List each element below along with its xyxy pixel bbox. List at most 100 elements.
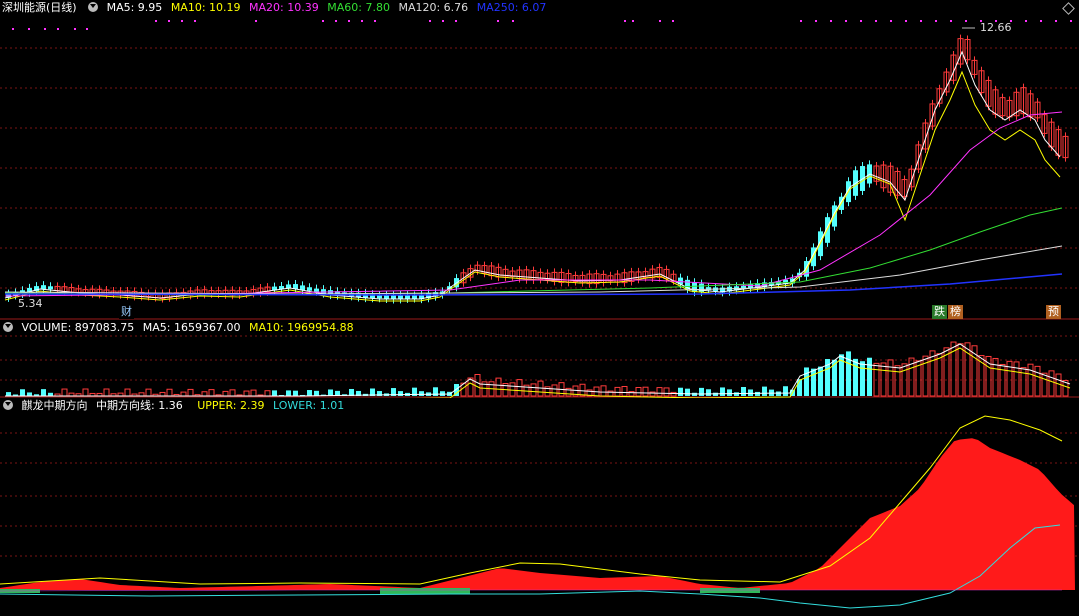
volume-bar-down <box>307 390 312 396</box>
volume-bar-down <box>699 387 704 396</box>
volume-bar-up <box>229 389 236 397</box>
signal-dot <box>800 20 802 22</box>
volume-bar-down <box>6 392 11 396</box>
event-tag-yu[interactable]: 预 <box>1046 305 1061 319</box>
volume-bar-up <box>1020 367 1027 397</box>
ma10-label: MA10: 10.19 <box>170 1 241 14</box>
signal-dot <box>28 28 30 30</box>
event-tag-die[interactable]: 跌 <box>932 305 947 319</box>
volume-bar-up <box>166 388 173 397</box>
signal-dot <box>672 20 674 22</box>
volume-bar-up <box>145 388 152 397</box>
volume-bar-up <box>250 389 257 397</box>
volume-header: VOLUME: 897083.75 MA5: 1659367.00 MA10: … <box>0 320 359 336</box>
event-tag-bang[interactable]: 榜 <box>948 305 963 319</box>
ma20-label: MA20: 10.39 <box>249 1 319 14</box>
volume-bar-down <box>685 388 690 396</box>
volume-bar-down <box>720 387 725 396</box>
volume-bar-up <box>1041 372 1048 397</box>
volume-bar-down <box>867 357 872 396</box>
volume-bar-down <box>804 367 809 396</box>
signal-dot <box>168 20 170 22</box>
volume-bar-down <box>20 389 25 396</box>
stock-title: 深圳能源(日线) <box>2 1 77 14</box>
price-chart[interactable] <box>0 0 1079 320</box>
signal-dot <box>860 20 862 22</box>
ma60-label: MA60: 7.80 <box>327 1 390 14</box>
volume-bar-down <box>706 389 711 396</box>
event-tag-cai[interactable]: 财 <box>119 305 134 319</box>
high-price-label: 12.66 <box>980 21 1012 34</box>
signal-dot <box>361 20 363 22</box>
indicator-dropdown-icon[interactable] <box>3 400 13 410</box>
signal-dot <box>512 20 514 22</box>
volume-bar-down <box>272 390 277 396</box>
volume-bar-up <box>495 377 502 397</box>
candle-down <box>321 289 326 294</box>
volume-bar-up <box>880 362 887 397</box>
signal-dot <box>44 28 46 30</box>
volume-ma10-label: MA10: 1969954.88 <box>248 321 354 334</box>
candle-down <box>307 287 312 291</box>
volume-bar-up <box>656 387 663 397</box>
volume-dropdown-icon[interactable] <box>3 322 13 332</box>
indicator-header: 麒龙中期方向 中期方向线: 1.36 UPPER: 2.39 LOWER: 1.… <box>0 398 349 414</box>
volume-bar-up <box>264 390 271 397</box>
signal-dot <box>348 20 350 22</box>
signal-dot <box>12 28 14 30</box>
volume-bar-up <box>663 387 670 397</box>
volume-bar-up <box>509 382 516 397</box>
price-header: 深圳能源(日线) MA5: 9.95 MA10: 10.19 MA20: 10.… <box>0 0 551 16</box>
volume-bar-up <box>964 342 971 397</box>
candle-down <box>377 295 382 299</box>
signal-dot <box>965 20 967 22</box>
indicator-panel[interactable]: 麒龙中期方向 中期方向线: 1.36 UPPER: 2.39 LOWER: 1.… <box>0 398 1079 616</box>
signal-dot <box>875 20 877 22</box>
volume-bar-up <box>1034 365 1041 397</box>
dropdown-icon[interactable] <box>88 2 99 12</box>
signal-dot <box>905 20 907 22</box>
volume-bar-down <box>734 392 739 396</box>
volume-bar-up <box>467 377 474 397</box>
volume-bar-down <box>811 368 816 396</box>
volume-bar-up <box>201 391 208 397</box>
volume-bar-up <box>530 383 537 397</box>
volume-bar-up <box>208 389 215 397</box>
volume-bar-up <box>187 388 194 397</box>
ma120-label: MA120: 6.76 <box>398 1 469 14</box>
volume-bar-up <box>551 384 558 397</box>
signal-dot <box>442 20 444 22</box>
signal-dot <box>624 20 626 22</box>
volume-bar-down <box>314 390 319 396</box>
signal-dot <box>1055 20 1057 22</box>
volume-bar-up <box>82 388 89 397</box>
volume-bar-down <box>398 391 403 396</box>
signal-dot <box>86 28 88 30</box>
direction-area-green <box>700 588 760 593</box>
volume-bar-up <box>103 388 110 397</box>
signal-dot <box>659 20 661 22</box>
lower-label: LOWER: 1.01 <box>272 399 345 412</box>
volume-bar-down <box>860 361 865 396</box>
signal-dot <box>950 20 952 22</box>
volume-bar-down <box>328 389 333 396</box>
volume-bar-down <box>727 389 732 396</box>
volume-bar-up <box>222 390 229 397</box>
signal-dot <box>830 20 832 22</box>
volume-bar-down <box>286 390 291 396</box>
candle-down <box>41 285 46 290</box>
volume-bar-up <box>621 386 628 397</box>
volume-bar-up <box>180 391 187 397</box>
volume-label: VOLUME: 897083.75 <box>21 321 135 334</box>
signal-dot <box>632 20 634 22</box>
volume-panel[interactable]: VOLUME: 897083.75 MA5: 1659367.00 MA10: … <box>0 320 1079 398</box>
volume-bar-up <box>124 388 131 397</box>
volume-bar-down <box>748 389 753 396</box>
price-panel[interactable]: 深圳能源(日线) MA5: 9.95 MA10: 10.19 MA20: 10.… <box>0 0 1079 320</box>
volume-bar-down <box>741 387 746 396</box>
indicator-chart[interactable] <box>0 398 1079 616</box>
signal-dot <box>322 20 324 22</box>
signal-dot <box>935 20 937 22</box>
signal-dot <box>815 20 817 22</box>
volume-bar-up <box>1048 370 1055 397</box>
